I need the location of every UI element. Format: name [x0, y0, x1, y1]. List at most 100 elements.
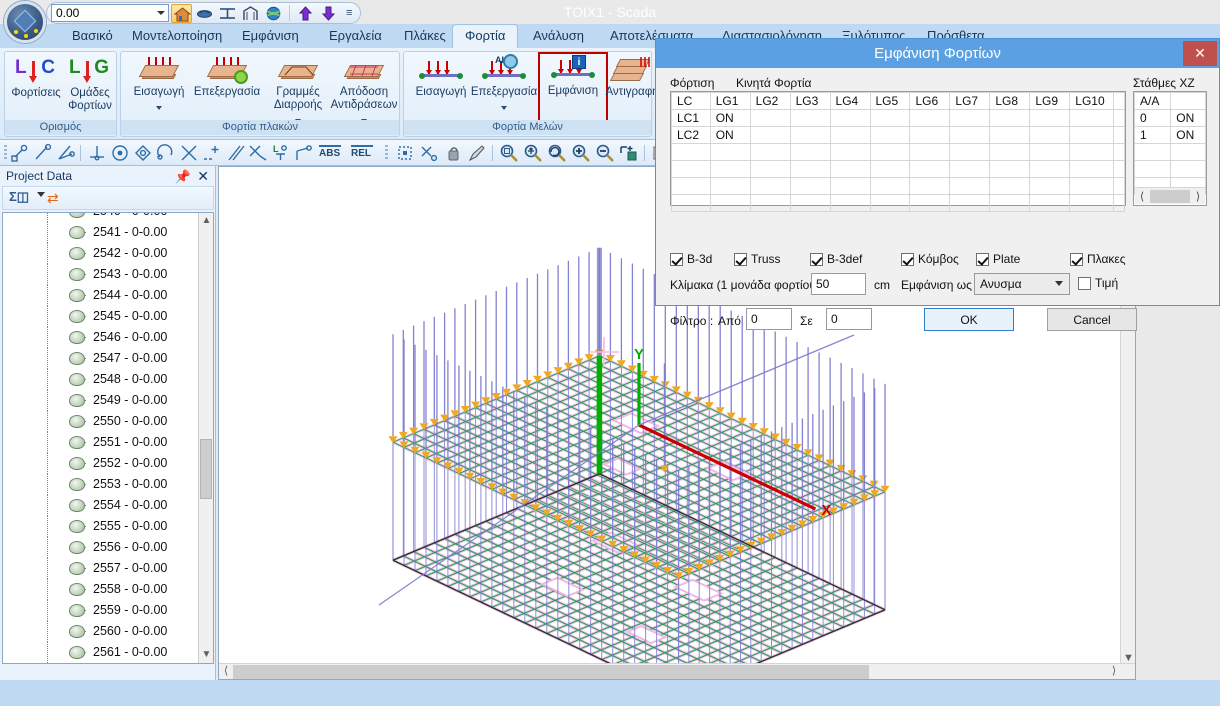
lock-icon[interactable] [443, 143, 464, 163]
table-row[interactable]: LC1 ON [671, 109, 1125, 127]
viewport-scroll-left-icon[interactable]: ⟨ [219, 664, 233, 679]
tree-item[interactable]: 2548 - 0-0.00 [3, 369, 199, 390]
table-cell[interactable] [869, 126, 911, 144]
scroll-thumb[interactable] [200, 439, 212, 499]
level-combo[interactable]: 0.00 [51, 4, 169, 22]
tree-item[interactable]: 2547 - 0-0.00 [3, 348, 199, 369]
levels-cell[interactable]: ON [1170, 109, 1206, 127]
tree-item[interactable]: 2550 - 0-0.00 [3, 411, 199, 432]
angle-icon[interactable] [56, 143, 77, 163]
select-box-icon[interactable] [395, 143, 416, 163]
table-cell[interactable] [949, 109, 991, 127]
tree-item[interactable]: 2543 - 0-0.00 [3, 264, 199, 285]
sigma-table-icon[interactable]: Σ◫ [9, 189, 29, 205]
zoom-in-icon[interactable] [571, 143, 592, 163]
table-cell[interactable] [909, 126, 951, 144]
table-cell[interactable] [869, 177, 911, 195]
dropdown-arrow-icon[interactable] [37, 192, 45, 197]
table-cell[interactable] [829, 126, 871, 144]
table-cell[interactable] [789, 109, 831, 127]
tree-item[interactable]: 2540 - 0-0.00 [3, 213, 199, 222]
levels-cell[interactable]: 0 [1133, 109, 1172, 127]
lc-col-header[interactable]: LG10 [1069, 92, 1114, 110]
table-cell[interactable] [1113, 143, 1125, 161]
levels-row[interactable] [1133, 160, 1206, 178]
table-cell[interactable] [749, 160, 791, 178]
value-checkbox[interactable]: Τιμή [1078, 276, 1118, 290]
levels-row[interactable] [1133, 143, 1206, 161]
tree-item[interactable]: 2552 - 0-0.00 [3, 453, 199, 474]
lc-col-header[interactable]: LC [671, 92, 711, 110]
table-cell[interactable] [989, 109, 1031, 127]
table-cell[interactable] [829, 143, 871, 161]
refresh-icon[interactable]: ⇄ [47, 190, 59, 207]
tree-item[interactable]: 2551 - 0-0.00 [3, 432, 199, 453]
lphi-icon[interactable]: L [271, 143, 292, 163]
table-cell[interactable] [949, 177, 991, 195]
table-cell[interactable] [909, 177, 951, 195]
scroll-down-icon[interactable]: ▼ [199, 647, 213, 663]
table-cell[interactable] [671, 194, 711, 212]
table-cell[interactable] [1029, 143, 1071, 161]
table-cell[interactable] [709, 177, 751, 195]
close-icon[interactable]: ✕ [197, 168, 209, 185]
table-cell[interactable] [989, 143, 1031, 161]
ribbon-tab-6[interactable]: Ανάλυση [521, 24, 596, 48]
lc-col-header[interactable]: LG8 [989, 92, 1031, 110]
table-cell[interactable] [1029, 126, 1071, 144]
reactions-button[interactable]: Απόδοση Αντιδράσεων [326, 55, 402, 126]
chevron-down-icon[interactable] [501, 106, 507, 110]
table-cell[interactable] [1069, 109, 1114, 127]
tree-scrollbar[interactable]: ▲ ▼ [198, 213, 213, 663]
table-cell[interactable] [1113, 109, 1125, 127]
table-cell[interactable] [789, 160, 831, 178]
node-checkbox[interactable]: Κόμβος [901, 252, 959, 266]
table-cell[interactable] [909, 109, 951, 127]
levels-cell[interactable] [1133, 160, 1172, 178]
globe-icon[interactable] [263, 4, 284, 23]
table-cell[interactable] [749, 177, 791, 195]
parallel-icon[interactable] [225, 143, 246, 163]
tree-item[interactable]: 2554 - 0-0.00 [3, 495, 199, 516]
table-cell[interactable] [909, 143, 951, 161]
tree-item[interactable]: 2546 - 0-0.00 [3, 327, 199, 348]
levels-scroll-right-icon[interactable]: ⟩ [1191, 190, 1205, 203]
table-cell[interactable] [789, 194, 831, 212]
table-cell[interactable] [869, 143, 911, 161]
segment-icon[interactable] [33, 143, 54, 163]
table-cell[interactable] [989, 160, 1031, 178]
table-cell[interactable] [989, 194, 1031, 212]
tree-item[interactable]: 2545 - 0-0.00 [3, 306, 199, 327]
viewport-horizontal-scrollbar[interactable]: ⟨ ⟩ [219, 663, 1135, 679]
table-row[interactable] [671, 177, 1125, 195]
application-orb-button[interactable] [4, 1, 46, 43]
table-cell[interactable] [749, 143, 791, 161]
table-cell[interactable] [671, 177, 711, 195]
ribbon-tab-2[interactable]: Εμφάνιση [230, 24, 311, 48]
table-cell[interactable] [869, 160, 911, 178]
slab-insert-button[interactable]: Εισαγωγή [125, 55, 193, 113]
zoom-out-icon[interactable] [595, 143, 616, 163]
rel-label[interactable]: REL [351, 148, 371, 159]
plate-checkbox[interactable]: Plate [976, 252, 1020, 266]
tree-item[interactable]: 2553 - 0-0.00 [3, 474, 199, 495]
project-data-tree[interactable]: 2540 - 0-0.00 2541 - 0-0.00 2542 - 0-0.00 2… [2, 212, 214, 664]
pick-pen-icon[interactable] [467, 143, 488, 163]
lc-col-header[interactable]: LG5 [869, 92, 911, 110]
abs-label[interactable]: ABS [319, 148, 340, 159]
line-point-icon[interactable] [10, 143, 31, 163]
extension-icon[interactable] [294, 143, 315, 163]
table-cell[interactable] [829, 160, 871, 178]
levels-cell[interactable]: 1 [1133, 126, 1172, 144]
scale-input[interactable]: 50 [811, 273, 866, 295]
table-cell[interactable] [829, 109, 871, 127]
chevron-down-icon[interactable] [156, 106, 162, 110]
scroll-up-icon[interactable]: ▲ [199, 213, 213, 229]
circle-center-icon[interactable] [110, 143, 131, 163]
ellipse-icon[interactable] [194, 4, 215, 23]
table-cell[interactable] [949, 143, 991, 161]
apparent-intersection-icon[interactable] [248, 143, 269, 163]
table-cell[interactable] [671, 160, 711, 178]
filter-to-input[interactable]: 0 [826, 308, 872, 330]
table-cell[interactable] [949, 160, 991, 178]
